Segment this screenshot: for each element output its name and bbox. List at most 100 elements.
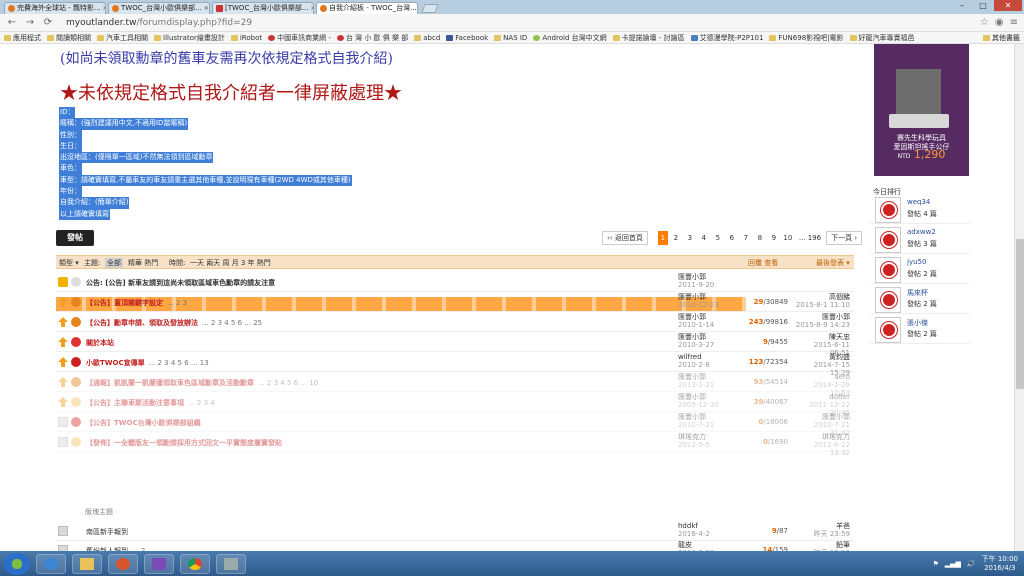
thread-last-post[interactable]: 鉛筆昨天 15:19 (794, 541, 850, 551)
thread-author[interactable]: 匯豐小郭 2013-1-21 (678, 373, 714, 389)
thread-row[interactable]: 【公告】勳章申請、領取及發放辦法... 2 3 4 5 6 ... 25 匯豐小郭… (56, 313, 854, 332)
taskbar-ie-icon[interactable] (36, 553, 66, 574)
page-link[interactable]: 2 (670, 231, 682, 245)
thread-pages[interactable]: ... 2 3 4 5 6 ... 10 (258, 379, 318, 387)
extension-icon[interactable]: ◉ (995, 17, 1004, 28)
avatar[interactable] (875, 317, 901, 343)
thread-pages[interactable]: ... 2 3 4 5 6 ... 13 (149, 359, 209, 367)
close-tab-icon[interactable]: ✕ (103, 3, 105, 14)
thread-row[interactable]: 【公告】置頂關鍵字設定... 2 3 匯豐小郭 2010-12-23 29/30849… (56, 293, 854, 312)
bookmark-item[interactable]: Facebook (446, 34, 488, 42)
close-window-icon[interactable]: ✕ (994, 0, 1022, 11)
close-tab-icon[interactable]: ✕ (204, 3, 209, 14)
flag-icon[interactable]: ⚑ (932, 560, 938, 568)
page-link[interactable]: 4 (698, 231, 710, 245)
close-tab-icon[interactable]: ✕ (311, 3, 313, 14)
scrollbar-thumb[interactable] (1016, 239, 1024, 389)
thread-pages[interactable]: ... 2 3 (167, 299, 187, 307)
user-name[interactable]: 馬來杯 (907, 288, 928, 298)
thread-title[interactable]: 【公告】置頂關鍵字設定... 2 3 (86, 298, 187, 308)
ranking-item[interactable]: weq34 發帖 4 篇 (870, 194, 970, 224)
back-home-button[interactable]: ‹‹ 返回首頁 (602, 231, 648, 245)
thread-title[interactable]: 小歐TWOC宣傳單... 2 3 4 5 6 ... 13 (86, 358, 209, 368)
bookmark-item[interactable]: 閱讀類相關 (47, 33, 91, 43)
bookmark-item[interactable]: 好龍汽車專賣福邑 (849, 33, 915, 43)
clock[interactable]: 下午 10:00 2016/4/3 (982, 555, 1018, 573)
thread-row[interactable]: 【通報】凱凱蘭一凱蘭獲領取車色區域勳章及活動勳章... 2 3 4 5 6 ..… (56, 373, 854, 397)
thread-title[interactable]: 南區新手報到 (86, 527, 132, 537)
thread-author[interactable]: 匯豐小郭 2010-3-27 (678, 333, 714, 349)
post-button[interactable]: 發帖 (56, 230, 94, 246)
thread-author[interactable]: 匯豐小郭 2011-9-20 (678, 273, 714, 289)
ranking-item[interactable]: 馬來杯 發帖 2 篇 (870, 284, 970, 314)
avatar[interactable] (875, 197, 901, 223)
thread-author[interactable]: 琪瑤克力 2012-5-5 (678, 433, 710, 449)
thread-pages[interactable]: ... 2 3 4 5 6 ... 25 (202, 319, 262, 327)
user-name[interactable]: weq34 (907, 198, 930, 206)
avatar[interactable] (875, 227, 901, 253)
page-ellipsis[interactable]: ... 196 (796, 231, 824, 245)
ranking-item[interactable]: jyu50 發帖 2 篇 (870, 254, 970, 284)
ranking-item[interactable]: adxww2 發帖 3 篇 (870, 224, 970, 254)
ranking-item[interactable]: 張小傑 發帖 2 篇 (870, 314, 970, 344)
thread-title[interactable]: 【公告】勳章申請、領取及發放辦法... 2 3 4 5 6 ... 25 (86, 318, 262, 328)
page-scrollbar[interactable] (1014, 44, 1024, 551)
thread-author[interactable]: 龍皮2016-3-29 (678, 541, 714, 551)
network-icon[interactable]: ▂▄▆ (945, 560, 961, 568)
thread-last-post[interactable]: 羊爸 昨天 23:59 (794, 522, 850, 538)
star-icon[interactable]: ☆ (980, 17, 989, 28)
thread-row[interactable]: 【公告】TWOC台灣小歐俱樂部組織 匯豐小郭 2010-7-21 0/18006 匯豐小… (56, 413, 854, 437)
time-options[interactable]: 一天 兩天 周 月 3 年 熱門 (190, 258, 271, 268)
thread-author[interactable]: 匯豐小郭 2010-12-23 (678, 293, 719, 309)
user-name[interactable]: jyu50 (907, 258, 926, 266)
thread-row[interactable]: 公告: [公告] 新車友請到這尚未領取區域車色勳章的請友注意 匯豐小郭 2011-9… (56, 273, 854, 292)
thread-author[interactable]: 匯豐小郭 2010-7-21 (678, 413, 714, 429)
thread-title[interactable]: 關於本站 (86, 338, 118, 348)
thread-last-post[interactable]: 匯豐小郭 2015-8-9 14:23 (794, 313, 850, 329)
taskbar-explorer-icon[interactable] (72, 553, 102, 574)
bookmark-item[interactable]: FUN698影視吧|電影 (769, 33, 844, 43)
filter-options[interactable]: 精華 熱門 (128, 258, 158, 268)
page-link[interactable]: 5 (712, 231, 724, 245)
page-link[interactable]: 10 (782, 231, 794, 245)
bookmark-item[interactable]: Illustrator繪畫設計 (154, 33, 225, 43)
thread-row[interactable]: 小歐TWOC宣傳單... 2 3 4 5 6 ... 13 wilfred 2010… (56, 353, 854, 377)
bookmark-item[interactable]: 台 灣 小 歐 俱 樂 部 (336, 33, 408, 43)
page-link[interactable]: 3 (684, 231, 696, 245)
bookmark-item[interactable]: iRobot (230, 34, 262, 42)
thread-title[interactable]: 【通報】凱凱蘭一凱蘭獲領取車色區域勳章及活動勳章... 2 3 4 5 6 ..… (86, 378, 318, 388)
bookmark-item[interactable]: 汽車工具相關 (97, 33, 148, 43)
thread-title[interactable]: 【公告】TWOC台灣小歐俱樂部組織 (86, 418, 205, 428)
bookmark-item[interactable]: Android 台灣中文網 (533, 33, 607, 43)
thread-author[interactable]: 匯豐小郭 2010-1-14 (678, 313, 714, 329)
thread-row[interactable]: 【發佈】一全體版友一領勳請採用方式回文一平實態度屬實發貼 琪瑤克力 2012-5-5… (56, 433, 854, 457)
avatar[interactable] (875, 287, 901, 313)
thread-title[interactable]: 【發佈】一全體版友一領勳請採用方式回文一平實態度屬實發貼 (86, 438, 286, 448)
page-link[interactable]: 9 (768, 231, 780, 245)
minimize-icon[interactable]: – (952, 0, 972, 11)
page-link[interactable]: 8 (754, 231, 766, 245)
other-bookmarks[interactable]: 其他書籤 (979, 32, 1020, 43)
taskbar-chrome-icon[interactable] (180, 553, 210, 574)
taskbar-vs-icon[interactable] (144, 553, 174, 574)
browser-tab-2[interactable]: TWOC_台灣小歐俱樂部... ✕ (108, 2, 210, 14)
filter-all[interactable]: 全部 (105, 258, 123, 268)
taskbar-app-icon[interactable] (216, 553, 246, 574)
user-name[interactable]: adxww2 (907, 228, 936, 236)
thread-last-post[interactable]: 高個豬 2015-8-1 11:10 (794, 293, 850, 309)
type-filter[interactable]: 類型 ▾ (59, 258, 79, 268)
thread-title[interactable]: 【公告】主聯車聚活動注意事項... 2 3 4 (86, 398, 215, 408)
bookmark-item[interactable]: 艾德漫學院-P2P101 (690, 33, 763, 43)
volume-icon[interactable]: 🔊 (967, 560, 976, 568)
thread-pages[interactable]: ... 2 3 4 (188, 399, 215, 407)
url-field[interactable]: myoutlander.tw/forumdisplay.php?fid=29 (66, 18, 252, 28)
page-link[interactable]: 6 (726, 231, 738, 245)
thread-row[interactable]: 【公告】主聯車聚活動注意事項... 2 3 4 匯豐小郭 2009-12-30 39/… (56, 393, 854, 417)
browser-tab-3[interactable]: [TWOC_台灣小歐俱樂部...✕ (212, 2, 314, 14)
bookmark-item[interactable]: abcd (414, 34, 440, 42)
thread-author[interactable]: hddkf 2016-4-2 (678, 522, 710, 538)
reload-icon[interactable]: ⟳ (42, 17, 54, 28)
col-last-post[interactable]: 最後發表 ▾ (816, 258, 850, 268)
maximize-icon[interactable]: □ (973, 0, 993, 11)
thread-row[interactable]: 南區新手報到 hddkf 2016-4-2 9/87 羊爸 昨天 23:59 (56, 522, 854, 541)
